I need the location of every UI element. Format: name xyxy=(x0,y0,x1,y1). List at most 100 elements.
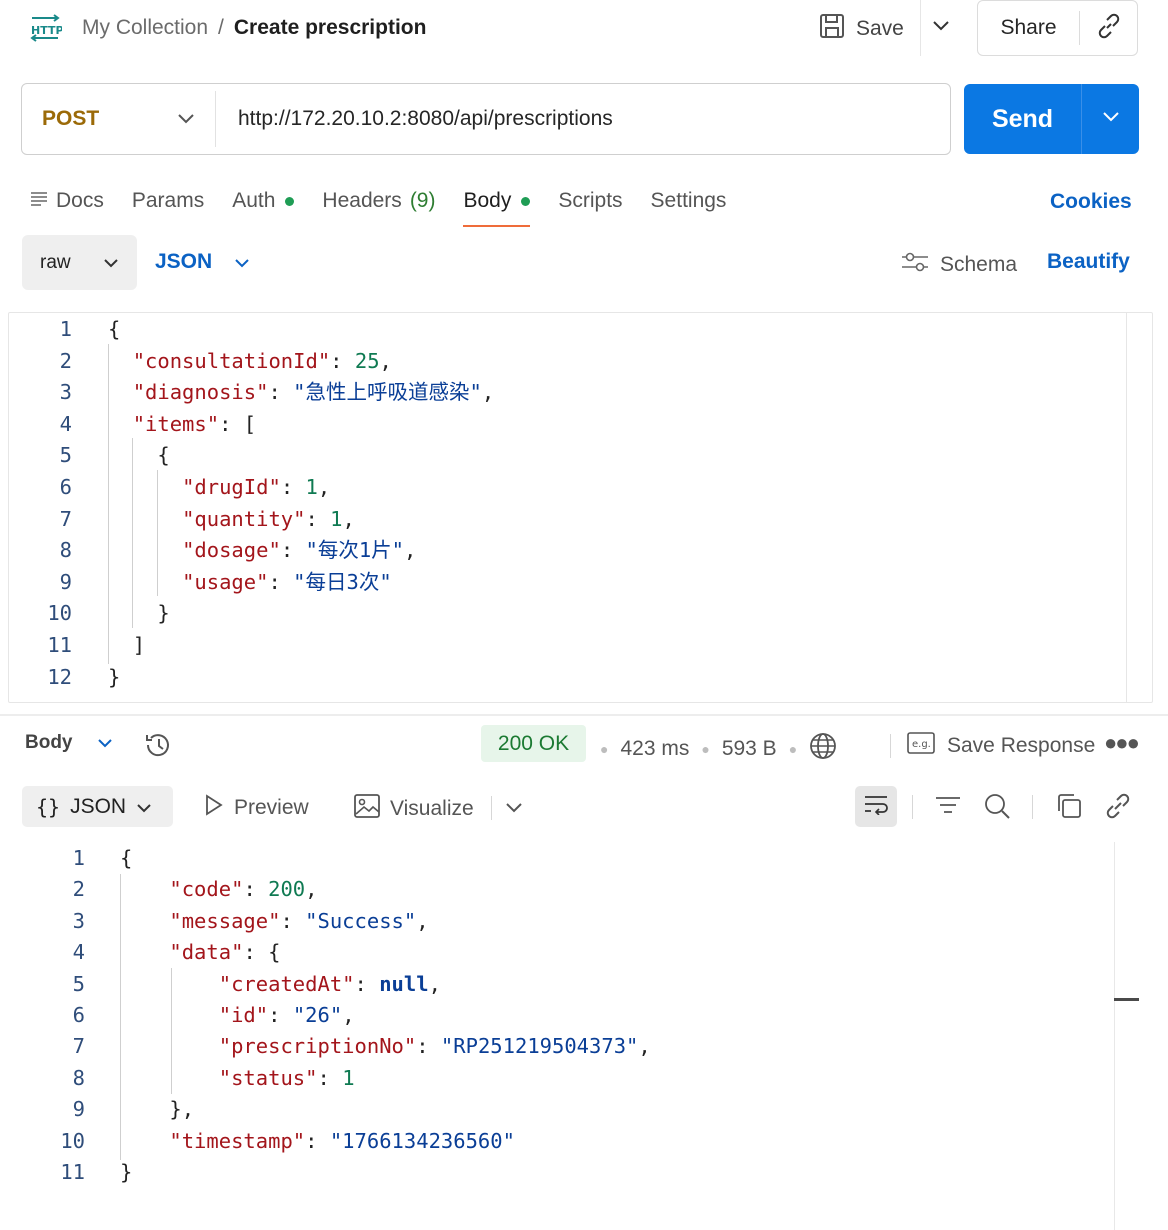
code-line[interactable]: "dosage": "每次1片", xyxy=(108,534,416,566)
globe-icon[interactable] xyxy=(809,732,837,766)
save-icon xyxy=(818,12,846,46)
preview-button[interactable]: Preview xyxy=(204,794,309,822)
response-body-select[interactable]: Body xyxy=(25,732,113,754)
image-icon xyxy=(354,794,380,824)
tab-docs[interactable]: Docs xyxy=(30,186,104,216)
line-number: 11 xyxy=(60,1160,85,1184)
line-number: 7 xyxy=(59,506,72,531)
request-editor-scrollbar[interactable] xyxy=(1126,312,1127,703)
schema-button[interactable]: Schema xyxy=(900,250,1017,280)
code-line[interactable]: "usage": "每日3次" xyxy=(108,566,392,598)
visualize-button[interactable]: Visualize xyxy=(354,794,474,824)
request-title[interactable]: Create prescription xyxy=(234,16,427,40)
line-number: 8 xyxy=(59,538,72,563)
sliders-icon xyxy=(900,250,930,280)
pane-divider[interactable] xyxy=(0,714,1168,716)
history-icon[interactable] xyxy=(143,731,173,764)
code-line[interactable]: "quantity": 1, xyxy=(108,503,355,535)
code-line[interactable]: } xyxy=(108,661,120,693)
tab-auth-label: Auth xyxy=(232,189,276,212)
response-body-label: Body xyxy=(25,732,73,753)
response-editor-scrollbar[interactable] xyxy=(1114,842,1115,1230)
tab-docs-label: Docs xyxy=(56,189,104,212)
search-icon[interactable] xyxy=(983,792,1011,825)
wrap-lines-button[interactable] xyxy=(855,786,897,827)
tab-scripts[interactable]: Scripts xyxy=(558,186,622,216)
code-line[interactable]: "status": 1 xyxy=(120,1062,355,1094)
more-options-icon[interactable]: ●●● xyxy=(1104,730,1140,756)
code-line[interactable]: } xyxy=(108,597,169,629)
share-button[interactable]: Share xyxy=(978,11,1080,45)
line-number: 10 xyxy=(47,601,72,626)
toolbar-divider xyxy=(890,734,891,758)
tab-body[interactable]: Body xyxy=(463,186,531,227)
visualize-label: Visualize xyxy=(390,797,474,820)
code-line[interactable]: { xyxy=(108,313,120,345)
wrap-icon xyxy=(863,793,889,820)
example-icon: e.g. xyxy=(907,732,935,760)
cookies-link[interactable]: Cookies xyxy=(1050,190,1132,214)
status-badge[interactable]: 200 OK xyxy=(481,725,586,762)
toolbar-divider xyxy=(912,795,913,819)
save-options-button[interactable] xyxy=(920,0,960,56)
code-line[interactable]: "diagnosis": "急性上呼吸道感染", xyxy=(108,376,494,408)
response-size[interactable]: 593 B xyxy=(722,737,777,761)
body-mode-value: raw xyxy=(40,251,71,273)
code-line[interactable]: } xyxy=(120,1156,132,1188)
send-button[interactable]: Send xyxy=(964,84,1082,154)
http-request-icon: HTTP xyxy=(28,14,64,42)
response-format-value: JSON xyxy=(70,794,127,818)
code-line[interactable]: "id": "26", xyxy=(120,999,355,1031)
beautify-button[interactable]: Beautify xyxy=(1047,250,1130,274)
method-select[interactable]: POST xyxy=(22,91,216,147)
visualize-options-button[interactable] xyxy=(491,796,523,823)
line-number: 3 xyxy=(59,380,72,405)
body-mode-select[interactable]: raw xyxy=(22,235,137,290)
response-format-select[interactable]: {} JSON xyxy=(22,786,173,827)
code-line[interactable]: "timestamp": "1766134236560" xyxy=(120,1125,515,1157)
tab-headers-label: Headers xyxy=(322,189,402,212)
tab-params[interactable]: Params xyxy=(132,186,204,216)
send-options-button[interactable] xyxy=(1082,110,1139,128)
braces-icon: {} xyxy=(36,794,61,819)
code-line[interactable]: "prescriptionNo": "RP251219504373", xyxy=(120,1030,651,1062)
code-line[interactable]: ] xyxy=(108,629,145,661)
code-line[interactable]: "createdAt": null, xyxy=(120,968,441,1000)
code-line[interactable]: }, xyxy=(120,1093,194,1125)
send-group: Send xyxy=(964,84,1139,154)
tab-headers[interactable]: Headers (9) xyxy=(322,186,435,216)
tab-settings[interactable]: Settings xyxy=(651,186,727,216)
copy-link-button[interactable] xyxy=(1080,13,1137,44)
body-format-select[interactable]: JSON xyxy=(155,250,250,274)
line-number: 7 xyxy=(72,1034,85,1059)
line-number: 4 xyxy=(72,940,85,965)
line-number: 12 xyxy=(47,664,72,689)
save-label: Save xyxy=(856,17,904,40)
code-line[interactable]: "message": "Success", xyxy=(120,905,428,937)
code-line[interactable]: "data": { xyxy=(120,936,280,968)
code-line[interactable]: "items": [ xyxy=(108,408,256,440)
line-number: 9 xyxy=(72,1097,85,1122)
breadcrumb-collection[interactable]: My Collection xyxy=(82,16,208,40)
tab-auth[interactable]: Auth xyxy=(232,186,295,216)
filter-icon[interactable] xyxy=(934,792,962,825)
save-response-button[interactable]: e.g. Save Response xyxy=(890,732,1095,760)
code-line[interactable]: { xyxy=(108,439,169,471)
line-number: 2 xyxy=(59,348,72,373)
code-line[interactable]: "consultationId": 25, xyxy=(108,345,392,377)
code-line[interactable]: { xyxy=(120,842,132,874)
share-group: Share xyxy=(977,0,1138,56)
scrollbar-thumb[interactable] xyxy=(1114,998,1139,1001)
meta-separator: ● xyxy=(600,741,609,757)
save-button[interactable]: Save xyxy=(818,12,904,46)
line-number: 5 xyxy=(59,443,72,468)
line-number: 8 xyxy=(72,1065,85,1090)
code-line[interactable]: "drugId": 1, xyxy=(108,471,330,503)
link-icon[interactable] xyxy=(1104,792,1132,825)
code-line[interactable]: "code": 200, xyxy=(120,873,317,905)
copy-icon[interactable] xyxy=(1055,792,1083,825)
line-number: 10 xyxy=(60,1128,85,1153)
response-time[interactable]: 423 ms xyxy=(620,737,689,761)
url-input[interactable] xyxy=(216,91,950,147)
tab-body-label: Body xyxy=(463,189,512,212)
